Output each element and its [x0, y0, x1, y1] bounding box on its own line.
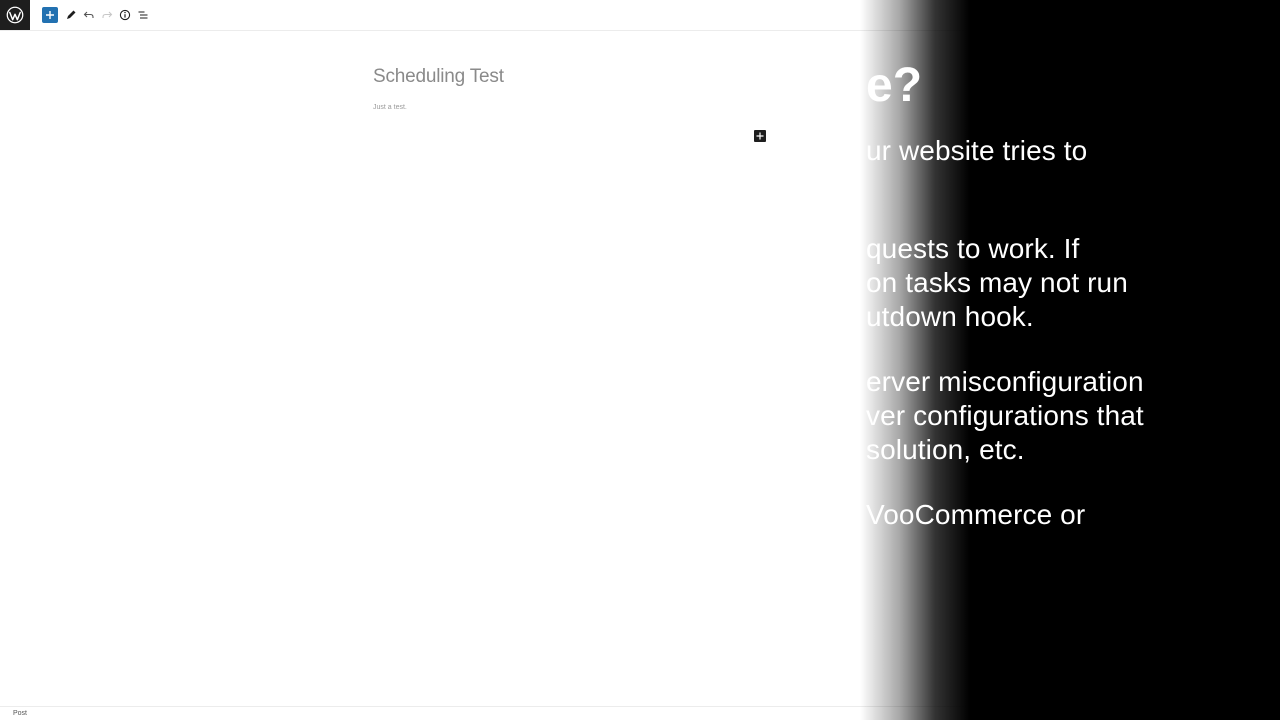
- details-button[interactable]: [117, 7, 133, 23]
- slide-line: solution, etc.: [866, 434, 1025, 465]
- plus-icon: [756, 132, 764, 140]
- post-title[interactable]: Scheduling Test: [373, 66, 504, 88]
- list-view-icon: [138, 11, 148, 19]
- slide-line: ur website tries to: [866, 135, 1088, 166]
- slide-overlay: [0, 0, 1280, 720]
- undo-button[interactable]: [81, 7, 97, 23]
- wordpress-logo-icon[interactable]: [0, 0, 30, 30]
- info-icon: [119, 9, 131, 21]
- plus-icon: [46, 11, 54, 19]
- slide-line: VooCommerce or: [866, 499, 1086, 530]
- pencil-icon: [67, 10, 76, 19]
- paragraph-block[interactable]: Just a test.: [373, 104, 407, 111]
- slide-line: erver misconfiguration: [866, 366, 1144, 397]
- breadcrumb[interactable]: Post: [13, 710, 27, 717]
- block-inserter-button[interactable]: [754, 130, 766, 142]
- screen: Scheduling Test Just a test. Post e? ur …: [0, 0, 1280, 720]
- slide-line: quests to work. If: [866, 233, 1080, 264]
- editor-toolbar: [0, 0, 1280, 31]
- add-block-button[interactable]: [42, 7, 58, 23]
- slide-heading: e?: [866, 59, 923, 112]
- slide-line: utdown hook.: [866, 301, 1034, 332]
- redo-icon: [102, 11, 113, 18]
- tools-button[interactable]: [63, 7, 79, 23]
- slide-text: e? ur website tries to quests to work. I…: [0, 0, 1280, 720]
- undo-icon: [83, 11, 94, 18]
- redo-button[interactable]: [99, 7, 115, 23]
- list-view-button[interactable]: [135, 7, 151, 23]
- editor-footer: Post: [0, 706, 1280, 720]
- slide-line: ver configurations that: [866, 400, 1144, 431]
- slide-line: on tasks may not run: [866, 267, 1128, 298]
